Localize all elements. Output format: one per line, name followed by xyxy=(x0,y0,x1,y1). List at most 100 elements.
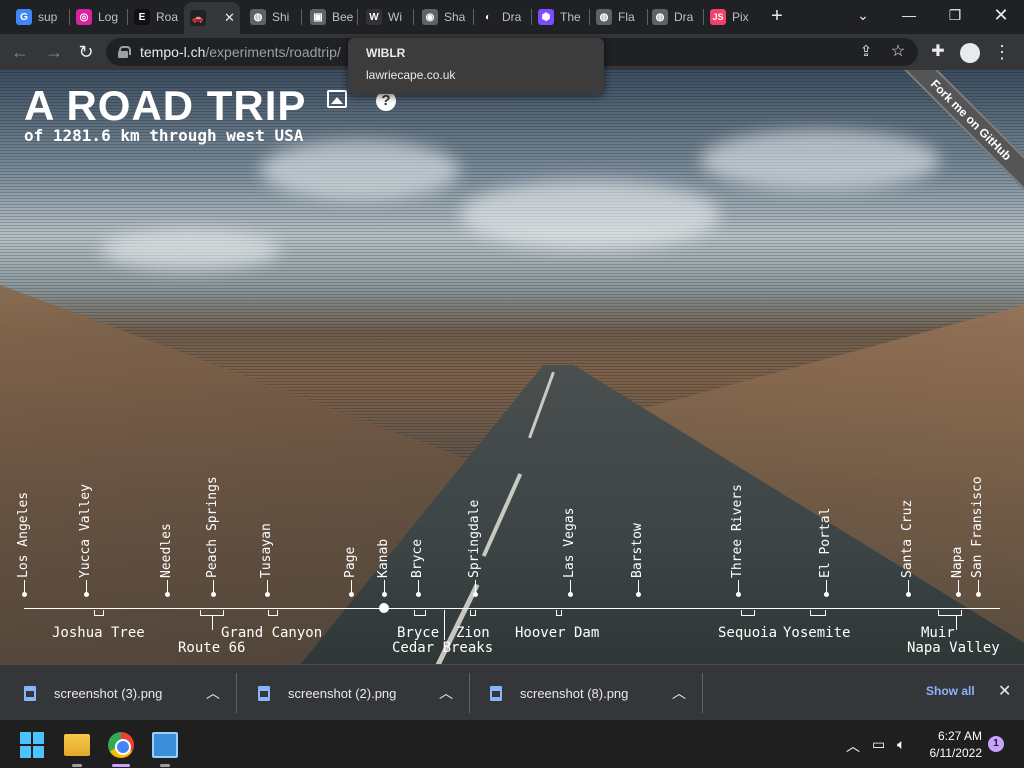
region-label[interactable]: Yosemite xyxy=(783,625,850,641)
stop-marker[interactable] xyxy=(956,592,961,597)
stop-label[interactable]: Peach Springs xyxy=(205,476,220,578)
browser-tab[interactable]: ◍ Fla xyxy=(590,4,646,30)
show-all-downloads-button[interactable]: Show all xyxy=(926,684,975,698)
stop-marker[interactable] xyxy=(22,592,27,597)
browser-tab[interactable]: ⬢ The xyxy=(532,4,588,30)
stop-label[interactable]: Los Angeles xyxy=(16,492,31,578)
remote-desktop-icon[interactable] xyxy=(152,732,178,758)
browser-tab[interactable]: ◎ Log xyxy=(70,4,126,30)
region-label[interactable]: Bryce xyxy=(397,625,439,641)
tab-strip: + ⌄ — ❐ ✕ Gsup ◎ Log E Roa 🚗 ✕ ◍ Shi ▣ Bee W Wi ◉ Sha ◐… xyxy=(0,0,1024,34)
region-label[interactable]: Napa Valley xyxy=(907,640,1000,656)
stop-label[interactable]: Barstow xyxy=(630,523,645,578)
region-label[interactable]: Muir xyxy=(921,625,955,641)
stop-marker[interactable] xyxy=(976,592,981,597)
region-label[interactable]: Grand Canyon xyxy=(221,625,322,641)
e-icon: E xyxy=(134,9,150,25)
stop-marker[interactable] xyxy=(636,592,641,597)
stop-marker[interactable] xyxy=(473,592,478,597)
stop-marker[interactable] xyxy=(84,592,89,597)
stop-label[interactable]: San Fransisco xyxy=(970,476,985,578)
browser-tab[interactable]: W Wi xyxy=(360,4,412,30)
stop-marker[interactable] xyxy=(736,592,741,597)
browser-tab[interactable]: ◉ Sha xyxy=(416,4,472,30)
download-item[interactable]: screenshot (2).png xyxy=(258,665,396,721)
region-label[interactable]: Hoover Dam xyxy=(515,625,599,641)
tab-search-icon[interactable]: ⌄ xyxy=(848,4,878,26)
help-icon[interactable]: ? xyxy=(376,91,396,111)
stop-label[interactable]: Three Rivers xyxy=(730,484,745,578)
stop-label[interactable]: Tusayan xyxy=(259,523,274,578)
stop-marker[interactable] xyxy=(416,592,421,597)
github-ribbon-label[interactable]: Fork me on GitHub xyxy=(889,70,1024,203)
region-label[interactable]: Cedar Breaks xyxy=(392,640,493,656)
stop-marker[interactable] xyxy=(824,592,829,597)
profile-avatar[interactable] xyxy=(960,43,980,63)
stop-label[interactable]: Napa xyxy=(950,547,965,578)
chevron-up-icon[interactable]: ︿ xyxy=(206,683,220,703)
browser-tab[interactable]: ◐ Dra xyxy=(474,4,530,30)
back-button[interactable]: ← xyxy=(8,40,32,64)
stop-marker[interactable] xyxy=(349,592,354,597)
stop-marker[interactable] xyxy=(211,592,216,597)
browser-tab[interactable]: E Roa xyxy=(128,4,184,30)
browser-tab[interactable]: JS Pix xyxy=(704,4,760,30)
clock-date[interactable]: 6/11/2022 xyxy=(920,746,983,760)
minimize-button[interactable]: — xyxy=(894,4,924,26)
stop-label[interactable]: Las Vegas xyxy=(562,508,577,578)
browser-tab[interactable]: Gsup xyxy=(10,4,68,30)
stop-label[interactable]: El Portal xyxy=(818,508,833,578)
stop-label[interactable]: Needles xyxy=(159,523,174,578)
volume-icon[interactable]: 🔈︎ xyxy=(897,736,905,753)
region-label[interactable]: Sequoia xyxy=(718,625,777,641)
picture-icon[interactable] xyxy=(327,90,347,108)
clock-time[interactable]: 6:27 AM xyxy=(920,729,982,743)
tab-label: The xyxy=(560,10,581,24)
start-windows-icon[interactable] xyxy=(20,732,46,758)
stop-label[interactable]: Kanab xyxy=(376,539,391,578)
download-item[interactable]: screenshot (8).png xyxy=(490,665,628,721)
tab-label: Wi xyxy=(388,10,402,24)
stop-marker[interactable] xyxy=(906,592,911,597)
stop-marker[interactable] xyxy=(568,592,573,597)
timeline-position-marker[interactable] xyxy=(379,603,389,613)
stop-label[interactable]: Yucca Valley xyxy=(78,484,93,578)
share-icon[interactable]: ⇪ xyxy=(854,40,878,64)
notification-badge[interactable]: 1 xyxy=(988,736,1004,752)
menu-kebab-icon[interactable]: ⋮ xyxy=(990,40,1014,64)
region-label[interactable]: Zion xyxy=(456,625,490,641)
display-icon[interactable]: ▭ xyxy=(872,736,885,753)
stop-label[interactable]: Bryce xyxy=(410,539,425,578)
browser-tab[interactable]: 🚗 ✕ xyxy=(184,2,240,34)
browser-tab[interactable]: ▣ Bee xyxy=(304,4,356,30)
chevron-up-icon[interactable]: ︿ xyxy=(672,683,686,703)
close-download-bar-icon[interactable]: ✕ xyxy=(998,681,1011,701)
region-label[interactable]: Route 66 xyxy=(178,640,245,656)
stop-marker[interactable] xyxy=(382,592,387,597)
bookmark-star-icon[interactable]: ☆ xyxy=(886,40,910,64)
download-item[interactable]: screenshot (3).png xyxy=(24,665,162,721)
github-ribbon[interactable]: Fork me on GitHub xyxy=(889,70,1024,205)
file-icon xyxy=(258,685,270,701)
chrome-icon[interactable] xyxy=(108,732,134,758)
stop-label[interactable]: Springdale xyxy=(467,500,482,578)
chevron-up-tray-icon[interactable]: ︿ xyxy=(846,736,860,756)
stop-marker[interactable] xyxy=(165,592,170,597)
close-window-button[interactable]: ✕ xyxy=(986,4,1016,26)
forward-button[interactable]: → xyxy=(42,40,66,64)
browser-tab[interactable]: ◍ Shi xyxy=(244,4,300,30)
cloud xyxy=(460,180,720,250)
stop-label[interactable]: Page xyxy=(343,547,358,578)
close-tab-icon[interactable]: ✕ xyxy=(224,10,235,26)
extensions-icon[interactable]: ✚ xyxy=(926,40,950,64)
chevron-up-icon[interactable]: ︿ xyxy=(439,683,453,703)
reload-button[interactable]: ↻ xyxy=(74,40,98,64)
tab-separator xyxy=(357,9,358,25)
stop-label[interactable]: Santa Cruz xyxy=(900,500,915,578)
browser-tab[interactable]: ◍ Dra xyxy=(646,4,702,30)
restore-button[interactable]: ❐ xyxy=(940,4,970,26)
file-explorer-icon[interactable] xyxy=(64,734,90,756)
new-tab-button[interactable]: + xyxy=(766,6,788,28)
stop-marker[interactable] xyxy=(265,592,270,597)
region-label[interactable]: Joshua Tree xyxy=(52,625,145,641)
